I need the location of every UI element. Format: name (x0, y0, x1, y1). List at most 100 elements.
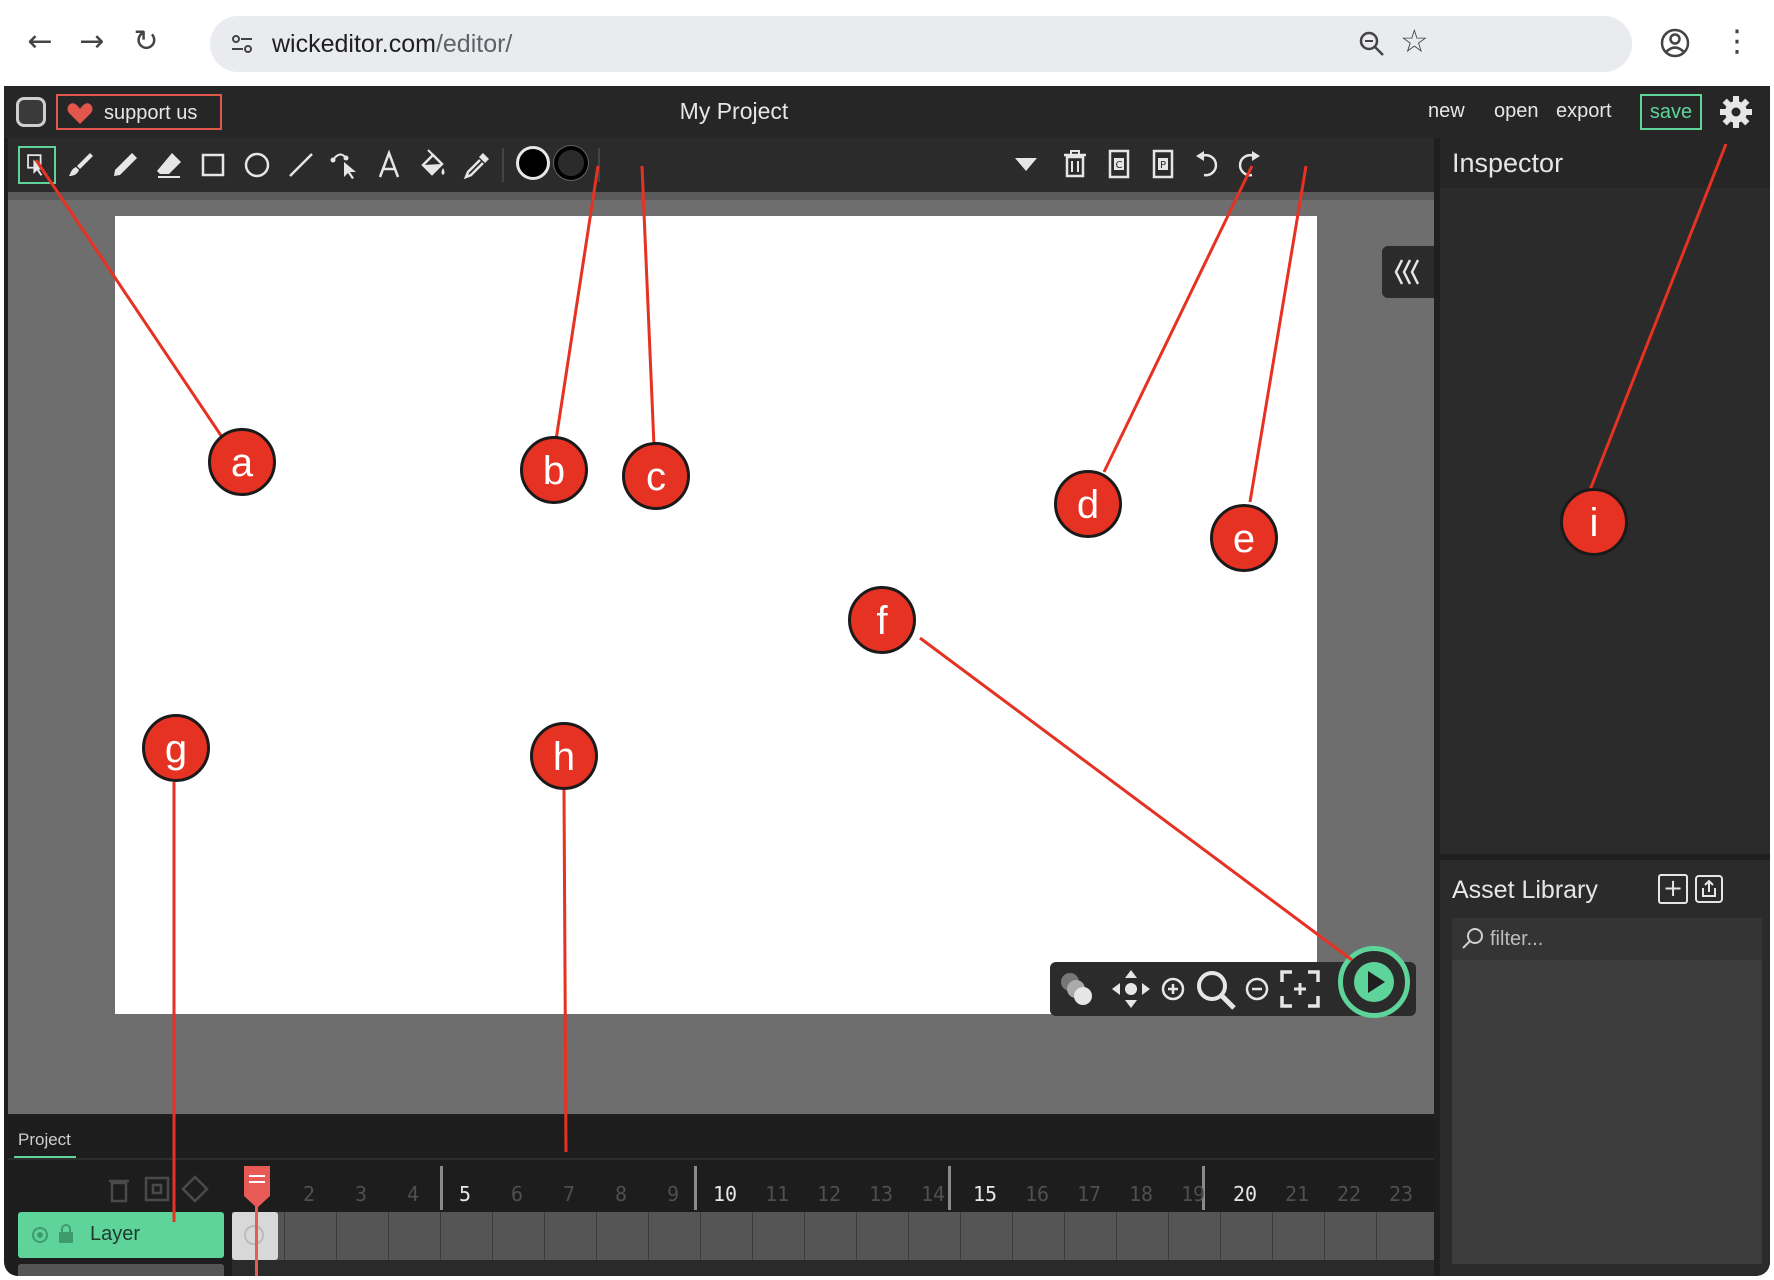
delete-layer-icon[interactable] (104, 1174, 134, 1204)
frame-number[interactable]: 7 (544, 1182, 594, 1206)
asset-filter-input[interactable]: filter... (1452, 918, 1762, 960)
frame-number[interactable]: 4 (388, 1182, 438, 1206)
gear-icon[interactable] (1718, 94, 1754, 130)
frame-number[interactable]: 3 (336, 1182, 386, 1206)
keyframe-icon[interactable] (180, 1174, 210, 1204)
browser-chrome: ← → ↻ wickeditor.com/editor/ ☆ ⋮ (0, 0, 1774, 86)
zoom-tool-icon[interactable] (1194, 968, 1238, 1012)
reload-icon[interactable]: ↻ (126, 22, 166, 62)
browser-menu-icon[interactable]: ⋮ (1722, 24, 1752, 60)
svg-text:C: C (1116, 160, 1123, 171)
eyedropper-tool-icon[interactable] (458, 146, 496, 184)
eraser-tool-icon[interactable] (150, 146, 188, 184)
frame-number[interactable]: 14 (908, 1182, 958, 1206)
redo-icon[interactable] (1232, 147, 1266, 181)
menu-export[interactable]: export (1556, 100, 1612, 123)
frame-number[interactable]: 13 (856, 1182, 906, 1206)
frame-number[interactable]: 10 (700, 1182, 750, 1206)
stroke-color-swatch[interactable] (554, 146, 588, 180)
frame-number[interactable]: 17 (1064, 1182, 1114, 1206)
recenter-icon[interactable] (1278, 968, 1322, 1010)
search-icon (1462, 928, 1483, 949)
frame-number[interactable]: 9 (648, 1182, 698, 1206)
frame-number[interactable]: 8 (596, 1182, 646, 1206)
zoom-icon[interactable] (1356, 28, 1388, 60)
toolbar-divider (598, 148, 600, 182)
ellipse-tool-icon[interactable] (238, 146, 276, 184)
frames-row[interactable] (232, 1212, 1434, 1260)
copy-clip-icon[interactable]: C (1102, 147, 1136, 181)
stage-canvas[interactable] (115, 216, 1317, 1014)
support-us-button[interactable]: support us (56, 94, 222, 130)
frame-number[interactable]: 23 (1376, 1182, 1426, 1206)
zoom-out-icon[interactable] (1244, 976, 1270, 1002)
profile-icon[interactable] (1658, 26, 1692, 60)
callout-i: i (1560, 488, 1628, 556)
project-title[interactable]: My Project (634, 98, 834, 125)
url-path: /editor/ (435, 30, 513, 58)
top-bar: support us My Project new open export sa… (4, 86, 1770, 138)
forward-arrow-icon[interactable]: → (72, 22, 112, 62)
frame-number[interactable]: 6 (492, 1182, 542, 1206)
delete-trash-icon[interactable] (1058, 147, 1092, 181)
paste-icon[interactable]: P (1146, 147, 1180, 181)
pencil-tool-icon[interactable] (106, 146, 144, 184)
pan-move-icon[interactable] (1110, 968, 1152, 1010)
path-cursor-tool-icon[interactable] (326, 146, 364, 184)
frame-number[interactable]: 19 (1168, 1182, 1218, 1206)
frame-number[interactable]: 11 (752, 1182, 802, 1206)
menu-new[interactable]: new (1428, 100, 1465, 123)
frame-number[interactable]: 20 (1220, 1182, 1270, 1206)
fill-color-swatch[interactable] (516, 146, 550, 180)
url-text[interactable]: wickeditor.com/editor/ (272, 30, 512, 59)
callout-a: a (208, 428, 276, 496)
play-button[interactable] (1338, 946, 1410, 1018)
timeline-panel: Project 2 3 4 5 6 7 8 9 10 11 12 13 14 15 16 17 18 19 20 21… (8, 1116, 1434, 1276)
support-us-label: support us (104, 102, 198, 124)
canvas-controls (1050, 946, 1416, 1018)
menu-open[interactable]: open (1494, 100, 1539, 123)
svg-text:P: P (1160, 160, 1166, 171)
save-button[interactable]: save (1640, 94, 1702, 130)
collapse-inspector-button[interactable] (1382, 246, 1434, 298)
asset-library-title: Asset Library (1452, 876, 1598, 904)
wick-logo-icon[interactable] (16, 97, 46, 127)
zoom-in-icon[interactable] (1160, 976, 1186, 1002)
site-settings-icon[interactable] (228, 30, 256, 58)
more-actions-dropdown-icon[interactable] (1013, 154, 1039, 176)
timeline-empty-area (232, 1260, 1434, 1276)
frame-number[interactable]: 12 (804, 1182, 854, 1206)
back-arrow-icon[interactable]: ← (20, 22, 60, 62)
layer-visibility-icon[interactable] (30, 1225, 50, 1245)
export-asset-icon[interactable] (1694, 874, 1724, 904)
frame-number[interactable]: 2 (284, 1182, 334, 1206)
frame-number[interactable]: 22 (1324, 1182, 1374, 1206)
tab-project[interactable]: Project (14, 1122, 76, 1159)
onion-skin-icon[interactable] (1054, 968, 1098, 1010)
frame-number[interactable]: 15 (960, 1182, 1010, 1206)
layer-lock-icon[interactable] (56, 1223, 76, 1245)
add-tween-icon[interactable] (142, 1174, 172, 1204)
address-bar[interactable]: wickeditor.com/editor/ ☆ (210, 16, 1632, 72)
add-asset-icon[interactable]: + (1658, 874, 1688, 904)
canvas-area-top-border (8, 192, 1434, 200)
fill-bucket-tool-icon[interactable] (414, 146, 452, 184)
canvas-area[interactable] (8, 192, 1434, 1114)
rectangle-tool-icon[interactable] (194, 146, 232, 184)
layer-row[interactable]: Layer (18, 1212, 224, 1258)
heart-icon (67, 103, 93, 124)
cursor-tool-icon[interactable] (18, 146, 56, 184)
frame-number[interactable]: 21 (1272, 1182, 1322, 1206)
add-layer-button[interactable]: + (18, 1264, 224, 1276)
brush-tool-icon[interactable] (62, 146, 100, 184)
line-tool-icon[interactable] (282, 146, 320, 184)
frame-number[interactable]: 18 (1116, 1182, 1166, 1206)
text-tool-icon[interactable] (370, 146, 408, 184)
undo-icon[interactable] (1190, 147, 1224, 181)
collapse-arrows-icon (1394, 259, 1420, 285)
frame-number[interactable]: 16 (1012, 1182, 1062, 1206)
frame-number[interactable]: 5 (440, 1182, 490, 1206)
playhead-handle[interactable] (242, 1166, 272, 1208)
layer-name[interactable]: Layer (90, 1223, 140, 1246)
bookmark-star-icon[interactable]: ☆ (1400, 22, 1429, 60)
